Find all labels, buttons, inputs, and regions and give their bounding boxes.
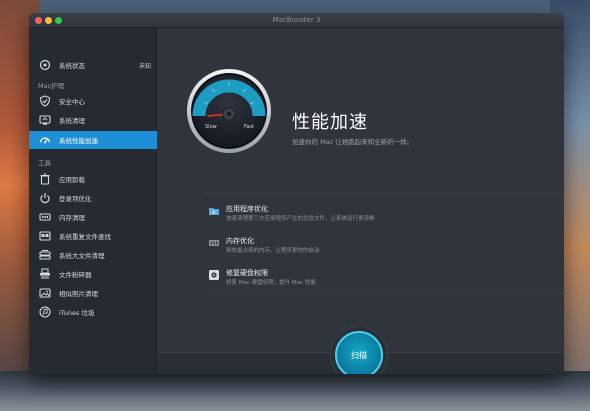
section-title-mac-care: Mac护理 <box>38 82 65 90</box>
sidebar-item-uninstaller[interactable]: 应用卸载 <box>29 170 157 188</box>
music-icon <box>38 305 52 319</box>
gauge-slow-label: Slow <box>205 124 217 130</box>
page-title: 性能加速 <box>292 112 368 133</box>
duplicate-file-icon <box>38 229 52 243</box>
sidebar-item-label: 系统重复文件查找 <box>59 233 111 241</box>
sidebar-item-speed-up[interactable]: 系统性能加速 <box>29 131 157 149</box>
sidebar-item-label: iTunes 垃圾 <box>59 309 95 317</box>
sidebar: 系统状态 未知 Mac护理 安全中心 系统清理 系统性能加速 工具 应用卸载 登… <box>29 28 157 374</box>
monitor-icon <box>38 58 52 72</box>
sidebar-item-label: 系统状态 <box>59 62 85 70</box>
page-subtitle: 加速你的 Mac 让她跑起来和全新的一样。 <box>292 138 414 146</box>
gauge-fast-label: Fast <box>244 124 254 130</box>
sidebar-item-label: 相似照片清理 <box>59 290 98 298</box>
sidebar-item-shredder[interactable]: 文件粉碎器 <box>29 265 157 283</box>
sidebar-item-duplicate-finder[interactable]: 系统重复文件查找 <box>29 227 157 245</box>
tool-row-memory-optimize[interactable]: 内存优化 释放最占用的内存，让程序更快的启动 <box>203 228 564 260</box>
tool-name: 修复硬盘权限 <box>226 269 268 277</box>
window-title: MacBooster 3 <box>272 16 321 24</box>
large-file-icon <box>38 248 52 262</box>
memory-chip-icon <box>38 210 52 224</box>
disk-repair-icon <box>209 270 219 280</box>
svg-text:A: A <box>212 210 216 216</box>
wallpaper-bottom <box>0 371 590 411</box>
shield-icon <box>38 94 52 108</box>
section-title-tools: 工具 <box>38 159 51 167</box>
sidebar-item-label: 安全中心 <box>59 98 85 106</box>
ram-icon <box>209 240 219 246</box>
sidebar-item-memory-clean[interactable]: 内存清理 <box>29 208 157 226</box>
sidebar-item-similar-photos[interactable]: 相似照片清理 <box>29 284 157 302</box>
screen-clean-icon <box>38 113 52 127</box>
sidebar-item-label: 应用卸载 <box>59 176 85 184</box>
tool-desc: 修复 Mac 硬盘权限，提升 Mac 性能 <box>226 280 316 286</box>
sidebar-item-label: 系统清理 <box>59 117 85 125</box>
sidebar-item-label: 内存清理 <box>59 214 85 222</box>
sidebar-item-label: 系统性能加速 <box>59 137 98 145</box>
tool-row-app-optimize[interactable]: A 应用程序优化 快速清理第三方应用程序产生的垃圾文件，让系统运行更流畅 <box>203 196 564 228</box>
sidebar-item-label: 文件粉碎器 <box>59 271 92 279</box>
app-folder-icon: A <box>209 208 219 216</box>
sidebar-item-large-files[interactable]: 系统大文件清理 <box>29 246 157 264</box>
tool-list: A 应用程序优化 快速清理第三方应用程序产生的垃圾文件，让系统运行更流畅 内存优… <box>203 193 564 293</box>
tool-name: 内存优化 <box>226 237 254 245</box>
sidebar-item-system-status[interactable]: 系统状态 未知 <box>29 56 157 74</box>
scan-area: 扫描 <box>322 326 396 374</box>
tool-desc: 快速清理第三方应用程序产生的垃圾文件，让系统运行更流畅 <box>226 216 375 222</box>
speed-gauge-icon <box>38 133 52 147</box>
scan-button[interactable]: 扫描 <box>335 331 383 374</box>
photo-icon <box>38 286 52 300</box>
sidebar-item-label: 登录项优化 <box>59 195 92 203</box>
sidebar-item-system-clean[interactable]: 系统清理 <box>29 111 157 129</box>
sidebar-item-login-items[interactable]: 登录项优化 <box>29 189 157 207</box>
trash-icon <box>38 172 52 186</box>
main-panel: Slow Fast 性能加速 加速你的 Mac 让她跑起来和全新的一样。 A 应… <box>157 28 564 374</box>
title-bar[interactable]: MacBooster 3 <box>29 13 564 28</box>
speed-gauge: Slow Fast <box>187 69 271 153</box>
tool-row-repair-permissions[interactable]: 修复硬盘权限 修复 Mac 硬盘权限，提升 Mac 性能 <box>203 260 564 292</box>
sidebar-item-label: 系统大文件清理 <box>59 252 105 260</box>
status-badge: 未知 <box>138 62 151 70</box>
sidebar-item-itunes-junk[interactable]: iTunes 垃圾 <box>29 303 157 321</box>
app-window: MacBooster 3 系统状态 未知 Mac护理 安全中心 系统清理 系统性… <box>29 13 564 374</box>
power-icon <box>38 191 52 205</box>
tool-name: 应用程序优化 <box>226 205 268 213</box>
sidebar-item-security[interactable]: 安全中心 <box>29 92 157 110</box>
shredder-icon <box>38 267 52 281</box>
tool-desc: 释放最占用的内存，让程序更快的启动 <box>226 248 320 254</box>
